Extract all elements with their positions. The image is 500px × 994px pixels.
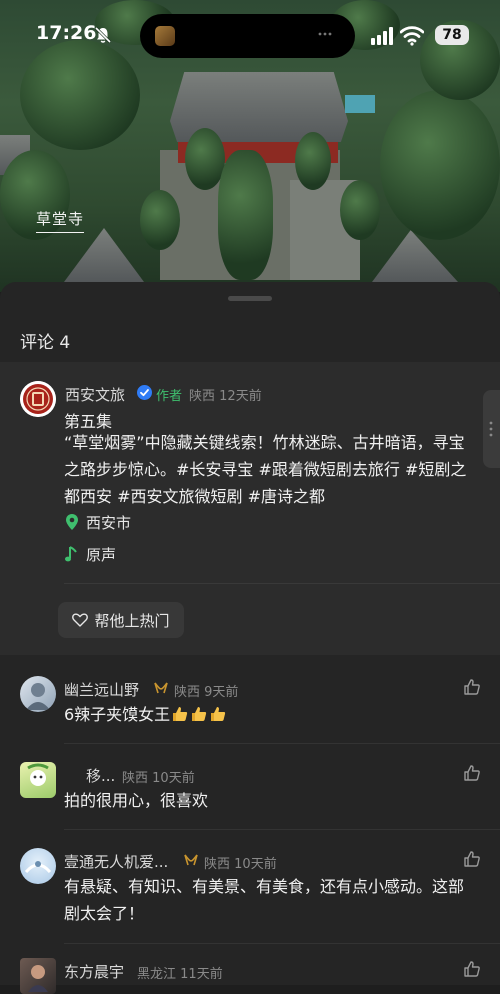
comment-region: 陕西 <box>204 857 231 872</box>
comment-text-row: 6辣子夹馍女王 <box>64 701 227 728</box>
divider <box>64 583 500 584</box>
comment-age: 9天前 <box>204 685 239 700</box>
commenter-avatar[interactable] <box>20 762 56 798</box>
left-pavilion-roof <box>64 228 144 282</box>
pool <box>345 95 375 113</box>
boost-hot-label: 帮他上热门 <box>94 611 170 630</box>
comments-count-title: 评论 4 <box>20 333 71 353</box>
thumbs-up-emoji-icon <box>211 707 226 721</box>
comment-text: 拍的很用心，很喜欢 <box>64 791 209 810</box>
ribbon-badge-icon <box>154 682 168 694</box>
comment-age: 11天前 <box>180 967 223 982</box>
comment-region: 黑龙江 <box>137 967 177 982</box>
author-avatar[interactable] <box>20 381 56 417</box>
comment-age: 10天前 <box>152 771 195 786</box>
music-note-icon <box>65 546 77 562</box>
boost-hot-button[interactable]: 帮他上热门 <box>58 602 184 638</box>
commenter-name[interactable]: 移... <box>86 765 115 786</box>
author-name[interactable]: 西安文旅 <box>65 384 125 405</box>
tree <box>340 180 380 240</box>
thumbs-up-emoji-icon <box>173 707 188 721</box>
commenter-name[interactable]: 东方晨宇 <box>64 961 124 982</box>
comment-region: 陕西 <box>174 685 201 700</box>
heart-outline-icon <box>72 613 89 627</box>
comment-meta: 陕西 9天前 <box>174 681 238 700</box>
tree <box>20 40 140 150</box>
signal-icon <box>371 27 393 45</box>
thumbs-up-emoji-icon <box>192 707 207 721</box>
tree <box>380 90 500 240</box>
post-caption: “草堂烟雾”中隐藏关键线索！竹林迷踪、古井暗语，寻宝之路步步惊心。#长安寻宝 #… <box>64 433 467 506</box>
tree <box>218 150 273 280</box>
post-region: 陕西 <box>189 389 216 404</box>
post-music[interactable]: 原声 <box>86 544 116 565</box>
comment-meta: 陕西 10天前 <box>122 767 195 786</box>
thumbs-up-icon[interactable] <box>463 764 481 782</box>
comment-text: 有悬疑、有知识、有美景、有美食，还有点小感动。这部剧太会了！ <box>64 877 465 923</box>
divider <box>64 943 500 944</box>
commenter-avatar[interactable] <box>20 848 56 884</box>
commenter-name[interactable]: 幽兰远山野 <box>64 679 139 700</box>
commenter-avatar[interactable] <box>20 676 56 712</box>
comment-meta: 黑龙江 11天前 <box>137 963 223 982</box>
post-location[interactable]: 西安市 <box>86 512 131 533</box>
thumbs-up-icon[interactable] <box>463 850 481 868</box>
bell-muted-icon <box>94 26 112 44</box>
thumbs-up-icon[interactable] <box>463 960 481 978</box>
post-meta: 陕西 12天前 <box>189 385 262 404</box>
commenter-name[interactable]: 壹通无人机爱... <box>64 851 168 872</box>
commenter-avatar[interactable] <box>20 958 56 994</box>
tree <box>295 132 331 190</box>
location-pin-icon <box>66 514 78 530</box>
author-tag: 作者 <box>156 389 183 404</box>
comment-age: 10天前 <box>234 857 277 872</box>
post-age: 12天前 <box>219 389 262 404</box>
battery-level: 78 <box>435 25 469 45</box>
comment-meta: 陕西 10天前 <box>204 853 277 872</box>
status-time: 17:26 <box>36 22 97 44</box>
comment-region: 陕西 <box>122 771 149 786</box>
verified-icon <box>137 385 152 400</box>
wifi-icon <box>400 26 424 46</box>
thumbs-up-icon[interactable] <box>463 678 481 696</box>
ribbon-badge-icon <box>184 854 198 866</box>
thumbs-up-emoji-group <box>170 705 227 724</box>
divider <box>64 829 500 830</box>
place-name-watermark: 草堂寺 <box>36 208 85 233</box>
now-playing-thumbnail <box>155 26 175 46</box>
tree <box>140 190 180 250</box>
divider <box>64 743 500 744</box>
activity-dots-icon <box>318 32 332 36</box>
sheet-drag-handle[interactable] <box>228 296 272 301</box>
grip-dots-icon <box>489 421 493 437</box>
comment-text: 6辣子夹馍女王 <box>64 705 171 724</box>
